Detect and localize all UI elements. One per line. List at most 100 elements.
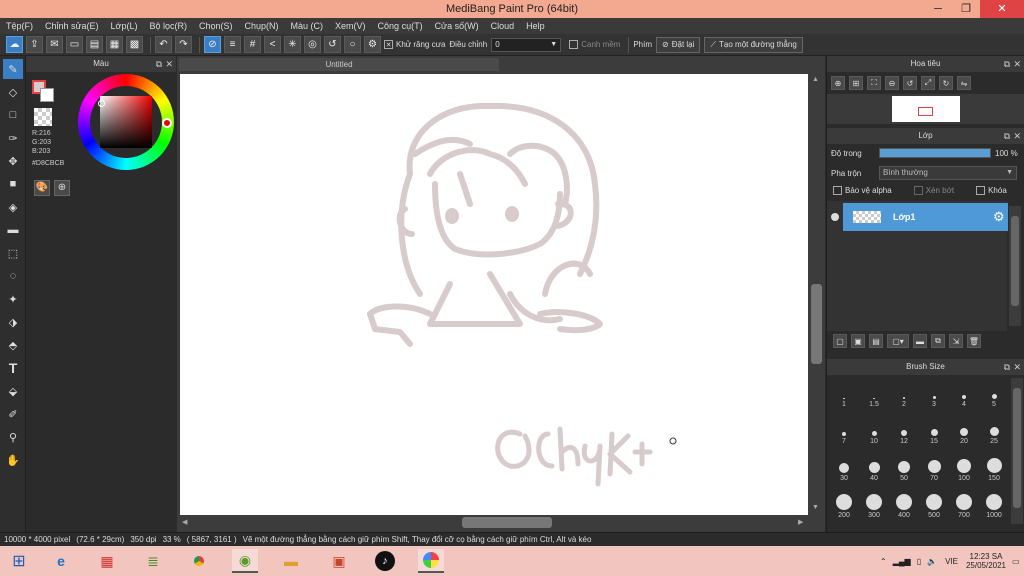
menu-layer[interactable]: Lớp(L)	[111, 21, 138, 31]
layer-row[interactable]: Lớp1 ⚙	[843, 203, 1008, 231]
cloud-icon[interactable]: ☁	[6, 36, 23, 53]
detach-icon[interactable]: ⧉	[1004, 359, 1010, 375]
flip-icon[interactable]: ⇋	[957, 76, 971, 90]
new-halftone-layer-icon[interactable]: ▤	[869, 334, 883, 348]
snap-off-icon[interactable]: ⊘	[204, 36, 221, 53]
horizontal-scroll-thumb[interactable]	[462, 517, 552, 528]
volume-icon[interactable]: 🔈	[927, 557, 937, 566]
brush-size-option[interactable]: 12	[889, 415, 919, 445]
snap-settings-icon[interactable]: ⚙	[364, 36, 381, 53]
folder-icon[interactable]: ▬	[913, 334, 927, 348]
detach-icon[interactable]: ⧉	[156, 56, 162, 72]
document-tab[interactable]: Untitled	[179, 58, 499, 71]
cross-snap-icon[interactable]: #	[244, 36, 261, 53]
menu-select[interactable]: Chọn(S)	[199, 21, 233, 31]
vanishing-snap-icon[interactable]: <	[264, 36, 281, 53]
zoom-in-icon[interactable]: ⊕	[831, 76, 845, 90]
brush-size-scrollbar[interactable]	[1011, 378, 1023, 524]
hand-tool-icon[interactable]: ✋	[3, 450, 23, 470]
brush-size-option[interactable]: 150	[979, 452, 1009, 482]
clip-checkbox[interactable]	[913, 186, 923, 195]
reset-button[interactable]: ⊘ Đặt lại	[656, 36, 701, 53]
navigator-viewport[interactable]	[918, 107, 933, 116]
brush-size-option[interactable]: 15	[919, 415, 949, 445]
bucket-tool-icon[interactable]: ◈	[3, 197, 23, 217]
select-pen-tool-icon[interactable]: ⬗	[3, 312, 23, 332]
clock[interactable]: 12:23 SA 25/05/2021	[966, 552, 1006, 570]
divide-tool-icon[interactable]: ⬙	[3, 381, 23, 401]
vertical-scroll-thumb[interactable]	[811, 284, 822, 364]
menu-window[interactable]: Cửa số(W)	[435, 21, 479, 31]
layer-scrollbar[interactable]	[1009, 206, 1021, 326]
chevron-up-icon[interactable]: ⌃	[880, 557, 887, 566]
brush-size-option[interactable]: 500	[919, 489, 949, 519]
lasso-tool-icon[interactable]: ◌	[3, 266, 23, 286]
straight-line-button[interactable]: ⟋ Tạo một đường thẳng	[704, 36, 803, 53]
eyedropper-tool-icon[interactable]: ⚲	[3, 427, 23, 447]
vertical-scrollbar[interactable]: ▲ ▼	[808, 74, 825, 515]
select-eraser-tool-icon[interactable]: ⬘	[3, 335, 23, 355]
eraser-tool-icon[interactable]: ◇	[3, 82, 23, 102]
edge-browser-icon[interactable]: e	[48, 549, 74, 573]
menu-help[interactable]: Help	[526, 21, 545, 31]
powerpoint-icon[interactable]: ▣	[326, 549, 352, 573]
brush-size-option[interactable]: 1000	[979, 489, 1009, 519]
medibang-icon[interactable]	[418, 549, 444, 573]
gear-icon[interactable]: ⚙	[993, 209, 1005, 225]
brush-size-option[interactable]: 5	[979, 378, 1009, 408]
menu-view[interactable]: Xem(V)	[335, 21, 366, 31]
brush-size-option[interactable]: 700	[949, 489, 979, 519]
move-tool-icon[interactable]: ✥	[3, 151, 23, 171]
close-button[interactable]: ✕	[980, 0, 1024, 18]
fill-rect-tool-icon[interactable]: ■	[3, 174, 23, 194]
new-layer-icon[interactable]: ▢	[833, 334, 847, 348]
zoom-out-icon[interactable]: ⊖	[885, 76, 899, 90]
network-icon[interactable]: ▂▄▆	[893, 557, 911, 566]
share-icon[interactable]: ⇪	[26, 36, 43, 53]
trash-icon[interactable]: 🗑	[967, 334, 981, 348]
brush-size-option[interactable]: 200	[829, 489, 859, 519]
brush-size-option[interactable]: 50	[889, 452, 919, 482]
canh-mem-checkbox[interactable]	[569, 40, 579, 49]
opacity-slider[interactable]	[879, 148, 991, 158]
palette-icon[interactable]: 🎨	[34, 180, 50, 196]
minimize-button[interactable]: ─	[924, 0, 952, 18]
pages-icon[interactable]: ▦	[106, 36, 123, 53]
file-explorer-icon[interactable]: ▬	[278, 549, 304, 573]
chrome-icon[interactable]	[186, 549, 212, 573]
brush-size-option[interactable]: 30	[829, 452, 859, 482]
color-picker-cursor[interactable]	[98, 100, 105, 107]
brush-size-option[interactable]: 20	[949, 415, 979, 445]
correction-select[interactable]: 0 ▼	[491, 37, 562, 52]
undo-icon[interactable]: ↶	[155, 36, 172, 53]
maximize-button[interactable]: ❐	[952, 0, 980, 18]
eye-icon[interactable]	[831, 213, 839, 221]
zoom-fit-icon[interactable]: ⊞	[849, 76, 863, 90]
brush-tool-icon[interactable]: ✎	[3, 59, 23, 79]
menu-color[interactable]: Màu (C)	[291, 21, 324, 31]
brush-size-option[interactable]: 300	[859, 489, 889, 519]
blur-tool-icon[interactable]: ✑	[3, 128, 23, 148]
menu-snap[interactable]: Chụp(N)	[245, 21, 279, 31]
brush-size-option[interactable]: 40	[859, 452, 889, 482]
rotate-left-icon[interactable]: ↺	[903, 76, 917, 90]
brush-size-option[interactable]: 1.5	[859, 378, 889, 408]
magic-wand-tool-icon[interactable]: ✦	[3, 289, 23, 309]
brush-size-option[interactable]: 100	[949, 452, 979, 482]
menu-edit[interactable]: Chỉnh sửa(E)	[45, 21, 99, 31]
radial-snap-icon[interactable]: ✳	[284, 36, 301, 53]
close-icon[interactable]: ✕	[1013, 56, 1021, 72]
duplicate-layer-icon[interactable]: ⧉	[931, 334, 945, 348]
navigator-preview[interactable]	[827, 94, 1024, 124]
brush-size-option[interactable]: 7	[829, 415, 859, 445]
gradient-tool-icon[interactable]: ▬	[3, 220, 23, 240]
zoom-actual-icon[interactable]: ⛶	[867, 76, 881, 90]
detach-icon[interactable]: ⧉	[1004, 128, 1010, 144]
palette-add-icon[interactable]: ⊕	[54, 180, 70, 196]
background-color-swatch[interactable]	[40, 88, 54, 102]
comment-icon[interactable]: ✉	[46, 36, 63, 53]
brush-size-option[interactable]: 1	[829, 378, 859, 408]
parallel-snap-icon[interactable]: ≡	[224, 36, 241, 53]
brush-size-option[interactable]: 400	[889, 489, 919, 519]
menu-tools[interactable]: Công cụ(T)	[378, 21, 423, 31]
